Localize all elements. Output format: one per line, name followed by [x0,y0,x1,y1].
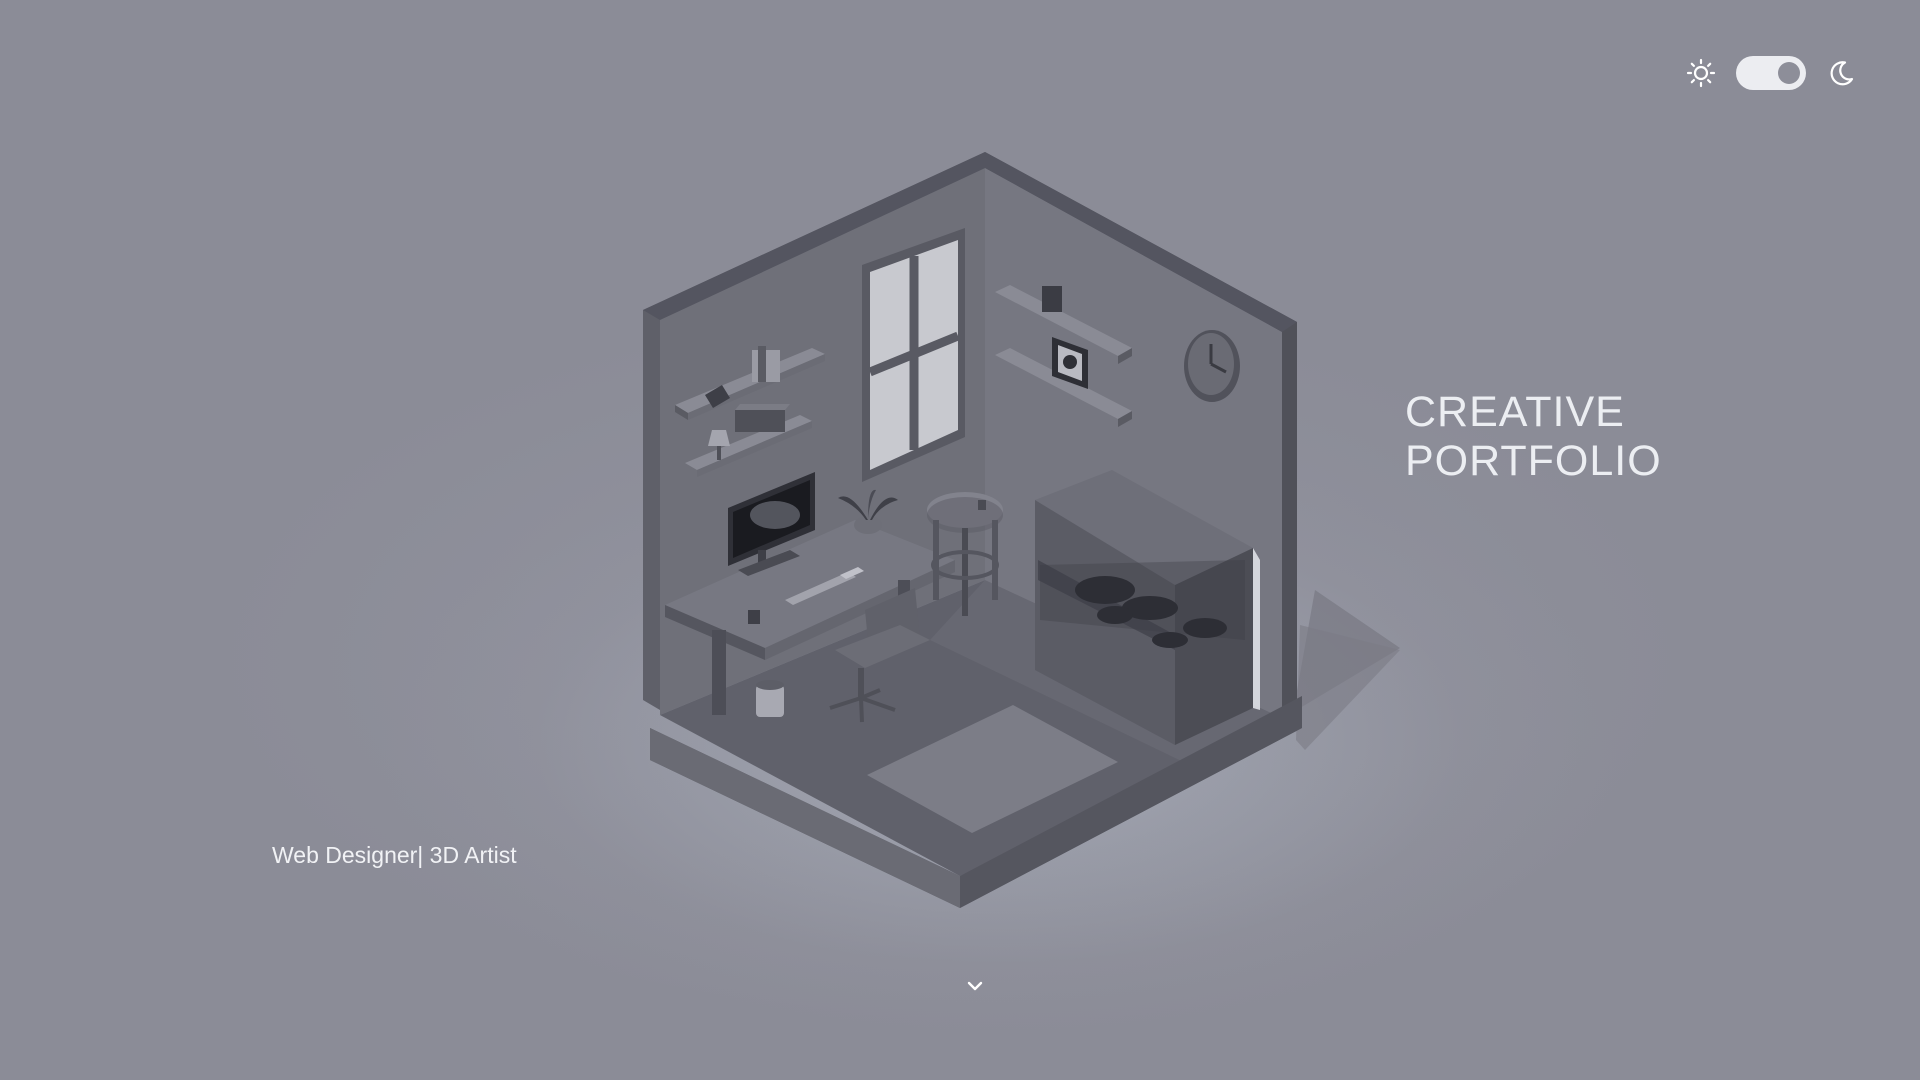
hero-title-line-2: PORTFOLIO [1405,437,1662,485]
chevron-down-icon [967,981,983,991]
hero-title-line-1: CREATIVE [1405,388,1625,436]
hero-title: CREATIVE PORTFOLIO [1405,388,1662,486]
isometric-room-illustration [643,152,1400,908]
scroll-down-button[interactable] [965,980,985,994]
trash-can [756,680,784,717]
wall-clock-icon [1184,330,1240,402]
hero-subtitle: Web Designer| 3D Artist [272,842,517,868]
